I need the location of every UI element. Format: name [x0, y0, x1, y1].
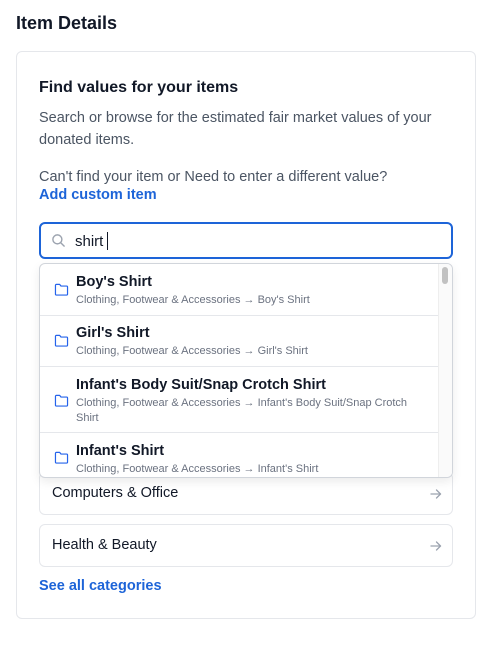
- arrow-right-icon: [430, 489, 442, 499]
- cant-find-text: Can't find your item or Need to enter a …: [39, 169, 388, 185]
- folder-icon: [54, 451, 69, 464]
- folder-icon: [54, 394, 69, 407]
- dropdown-scrollbar[interactable]: [438, 264, 452, 477]
- text-caret: [107, 232, 108, 250]
- result-item[interactable]: Infant's Body Suit/Snap Crotch Shirt Clo…: [40, 367, 438, 433]
- search-input[interactable]: [75, 230, 435, 252]
- result-item[interactable]: Infant's Shirt Clothing, Footwear & Acce…: [40, 433, 438, 477]
- result-path: Clothing, Footwear & Accessories → Infan…: [76, 397, 408, 424]
- category-row-health[interactable]: Health & Beauty: [39, 524, 453, 567]
- search-results-dropdown: Boy's Shirt Clothing, Footwear & Accesso…: [39, 263, 453, 478]
- see-all-categories-link[interactable]: See all categories: [39, 578, 162, 594]
- result-path: Clothing, Footwear & Accessories → Girl'…: [76, 345, 308, 357]
- folder-icon: [54, 334, 69, 347]
- result-title: Infant's Shirt: [76, 443, 165, 459]
- result-item[interactable]: Boy's Shirt Clothing, Footwear & Accesso…: [40, 264, 438, 316]
- arrow-right-icon: [430, 541, 442, 551]
- search-icon: [52, 234, 65, 247]
- section-title: Item Details: [16, 13, 118, 33]
- result-title: Infant's Body Suit/Snap Crotch Shirt: [76, 377, 326, 393]
- search-field[interactable]: [39, 222, 453, 259]
- scrollbar-thumb[interactable]: [442, 267, 448, 284]
- result-title: Girl's Shirt: [76, 325, 150, 341]
- category-label: Health & Beauty: [52, 537, 157, 553]
- category-row-computers[interactable]: Computers & Office: [39, 472, 453, 515]
- result-item[interactable]: Girl's Shirt Clothing, Footwear & Access…: [40, 316, 438, 367]
- result-path: Clothing, Footwear & Accessories → Infan…: [76, 463, 319, 475]
- folder-icon: [54, 283, 69, 296]
- card-description: Search or browse for the estimated fair …: [39, 110, 432, 148]
- result-title: Boy's Shirt: [76, 274, 152, 290]
- result-path: Clothing, Footwear & Accessories → Boy's…: [76, 294, 310, 306]
- add-custom-item-link[interactable]: Add custom item: [39, 187, 157, 203]
- category-label: Computers & Office: [52, 485, 179, 501]
- card-heading: Find values for your items: [39, 79, 239, 96]
